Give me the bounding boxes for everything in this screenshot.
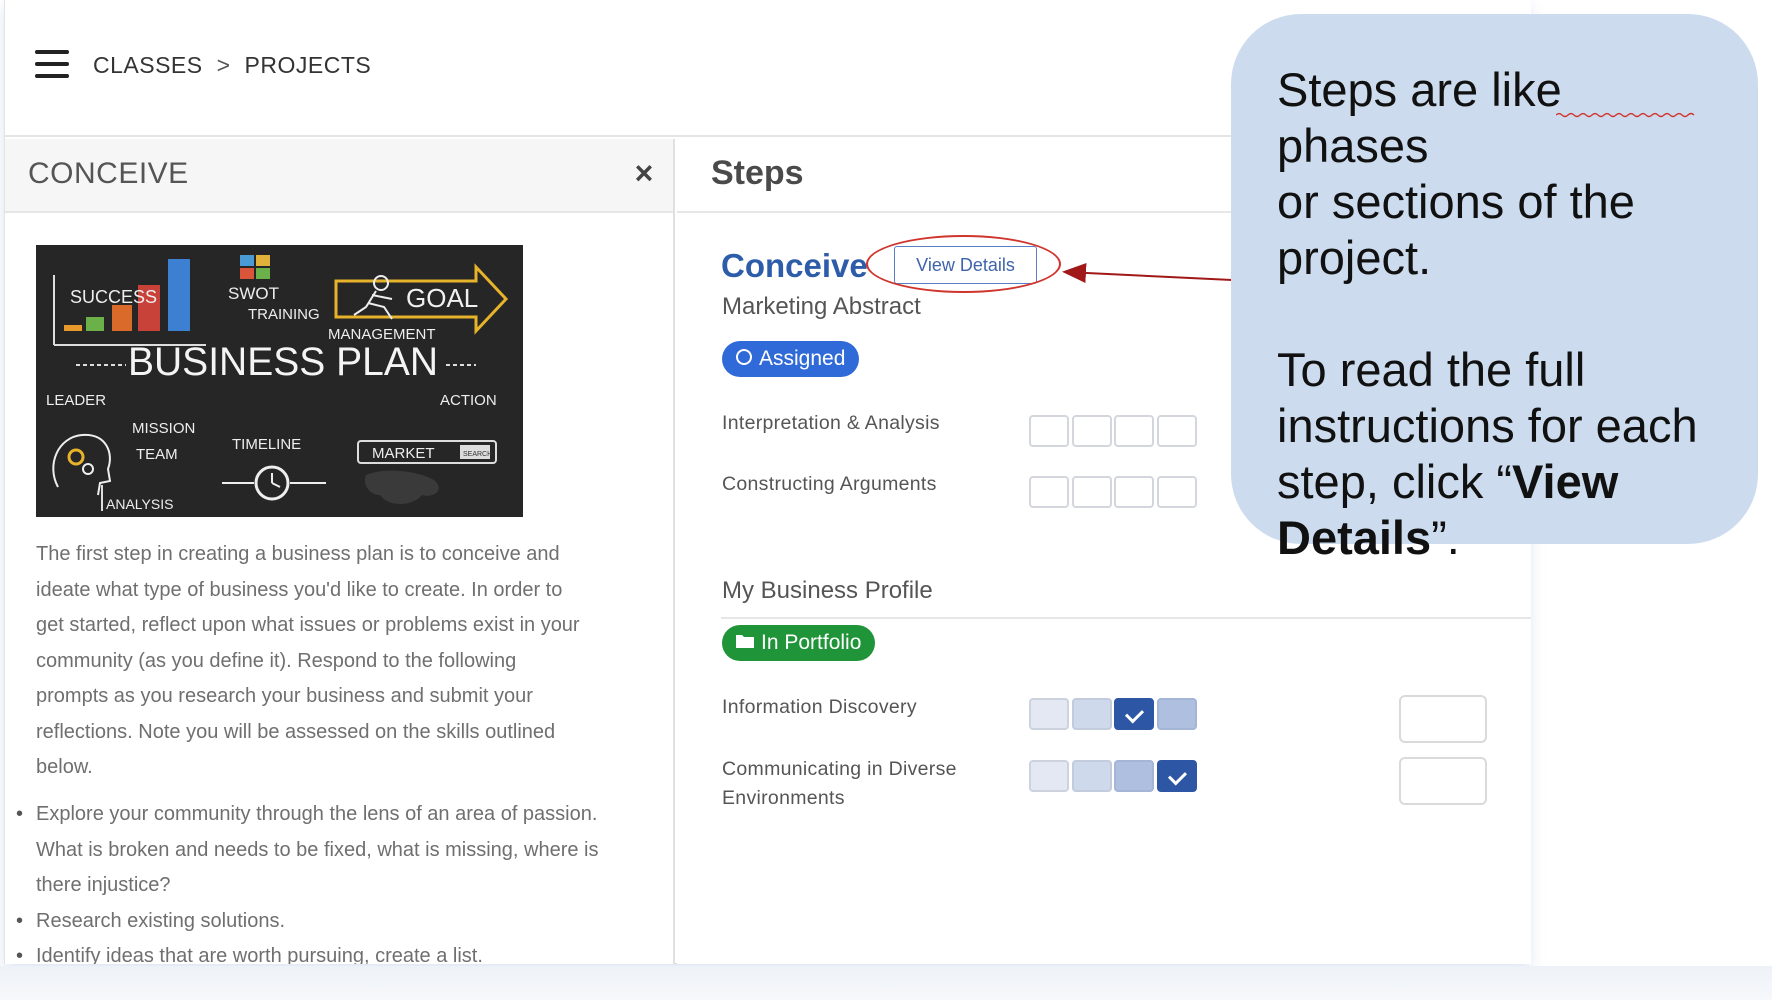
skill-name-line: Environments [722, 787, 845, 809]
prompt-line: Explore your community through the lens … [36, 803, 598, 825]
section-title-my-business-profile: My Business Profile [722, 577, 933, 604]
rating-box[interactable] [1157, 698, 1197, 730]
prompt-list-item: Research existing solutions. [16, 904, 656, 940]
callout-line: or sections of the [1277, 175, 1635, 228]
breadcrumb-classes-link[interactable]: CLASSES [93, 52, 203, 78]
screenshot-stage: CLASSES > PROJECTS CONCEIVE × SUCCESS SW… [0, 0, 1772, 1000]
rating-box[interactable] [1072, 698, 1112, 730]
rating-box[interactable] [1029, 415, 1069, 447]
tutorial-callout: Steps are like phases or sections of the… [1231, 14, 1758, 564]
rating-box-selected[interactable] [1157, 760, 1197, 792]
skill-name-interpretation-analysis: Interpretation & Analysis [722, 409, 940, 438]
skill-name-information-discovery: Information Discovery [722, 693, 917, 722]
status-badge-assigned[interactable]: Assigned [722, 341, 860, 377]
score-field[interactable] [1399, 695, 1487, 743]
description-line: community (as you define it). Respond to… [36, 649, 517, 672]
step-prompt-list: Explore your community through the lens … [16, 797, 656, 964]
skill-name-line: Interpretation & Analysis [722, 412, 940, 434]
rating-box[interactable] [1029, 760, 1069, 792]
rating-box-selected[interactable] [1114, 698, 1154, 730]
prompt-line: Identify ideas that are worth pursuing, … [36, 945, 483, 964]
svg-text:LEADER: LEADER [46, 392, 106, 409]
spellcheck-underline [1556, 112, 1695, 118]
rating-box[interactable] [1114, 760, 1154, 792]
rating-box[interactable] [1157, 415, 1197, 447]
skill-name-communicating-diverse-environments: Communicating in Diverse Environments [722, 755, 957, 813]
callout-paragraph-2: To read the full instructions for each s… [1277, 342, 1722, 566]
description-line: get started, reflect upon what issues or… [36, 614, 580, 636]
step-detail-panel: CONCEIVE × SUCCESS SWOT TRAINING GOAL MA… [5, 139, 675, 964]
callout-line: step, click “ [1277, 455, 1513, 508]
svg-text:TRAINING: TRAINING [248, 306, 320, 323]
callout-line: instructions for each [1277, 399, 1698, 452]
prompt-line: Research existing solutions. [36, 909, 286, 932]
hamburger-menu-icon[interactable] [35, 50, 69, 78]
svg-text:ANALYSIS: ANALYSIS [106, 496, 173, 512]
svg-text:MISSION: MISSION [132, 420, 195, 437]
rating-boxes [1029, 698, 1219, 730]
rating-box[interactable] [1029, 698, 1069, 730]
score-field[interactable] [1399, 757, 1487, 805]
svg-text:SUCCESS: SUCCESS [70, 287, 157, 307]
business-plan-image: SUCCESS SWOT TRAINING GOAL MANAGEMENT BU… [36, 245, 523, 517]
rating-box[interactable] [1072, 760, 1112, 792]
description-line: The first step in creating a business pl… [36, 543, 560, 565]
svg-text:SEARCH: SEARCH [463, 451, 492, 458]
rating-box[interactable] [1072, 415, 1112, 447]
prompt-line: there injustice? [36, 874, 171, 896]
status-badge-label: Assigned [759, 347, 846, 370]
step-description: The first step in creating a business pl… [36, 537, 646, 786]
close-panel-button[interactable]: × [627, 153, 661, 193]
view-details-button[interactable]: View Details [894, 246, 1037, 284]
description-line: prompts as you research your business an… [36, 685, 533, 707]
skill-name-constructing-arguments: Constructing Arguments [722, 470, 937, 499]
prompt-list-item: Identify ideas that are worth pursuing, … [16, 939, 656, 964]
step-detail-title: CONCEIVE [28, 157, 189, 190]
svg-text:GOAL: GOAL [406, 283, 478, 313]
svg-text:SWOT: SWOT [228, 284, 279, 303]
callout-paragraph-1: Steps are like phases or sections of the… [1277, 62, 1722, 286]
business-plan-chalkboard-illustration: SUCCESS SWOT TRAINING GOAL MANAGEMENT BU… [36, 245, 523, 517]
callout-line: Steps are like phases [1277, 63, 1562, 172]
step-name: Conceive [721, 247, 868, 284]
rating-box[interactable] [1029, 476, 1069, 508]
callout-line: project. [1277, 231, 1432, 284]
rating-boxes [1029, 760, 1219, 792]
folder-icon [736, 635, 754, 649]
description-line: reflections. Note you will be assessed o… [36, 720, 556, 743]
svg-text:TIMELINE: TIMELINE [232, 436, 301, 453]
section-title-marketing-abstract: Marketing Abstract [722, 293, 921, 320]
breadcrumb-separator: > [216, 52, 231, 78]
svg-text:ACTION: ACTION [440, 392, 497, 409]
callout-line: To read the full [1277, 343, 1586, 396]
callout-bold-text: Details [1277, 511, 1432, 564]
breadcrumb: CLASSES > PROJECTS [93, 52, 371, 79]
rating-box[interactable] [1072, 476, 1112, 508]
skill-name-line: Information Discovery [722, 696, 917, 718]
callout-bold-text: View [1512, 455, 1619, 508]
rating-box[interactable] [1114, 415, 1154, 447]
prompt-line: What is broken and needs to be fixed, wh… [36, 838, 599, 861]
steps-title: Steps [711, 154, 804, 192]
rating-box[interactable] [1114, 476, 1154, 508]
rating-boxes [1029, 415, 1219, 447]
skill-name-line: Communicating in Diverse [722, 758, 957, 780]
callout-line: ”. [1431, 511, 1460, 564]
svg-text:MARKET: MARKET [372, 445, 435, 462]
svg-text:TEAM: TEAM [136, 446, 178, 463]
rating-box[interactable] [1157, 476, 1197, 508]
breadcrumb-projects-link[interactable]: PROJECTS [245, 52, 372, 78]
section-divider [721, 617, 1531, 619]
circle-outline-icon [736, 349, 752, 366]
step-detail-header: CONCEIVE × [5, 139, 673, 213]
svg-text:BUSINESS PLAN: BUSINESS PLAN [128, 340, 438, 384]
skill-name-line: Constructing Arguments [722, 473, 937, 495]
status-badge-in-portfolio[interactable]: In Portfolio [722, 625, 876, 661]
description-line: below. [36, 756, 93, 778]
rating-boxes [1029, 476, 1219, 508]
page-bottom-strip [0, 966, 1772, 1000]
status-badge-label: In Portfolio [761, 631, 862, 654]
prompt-list-item: Explore your community through the lens … [16, 797, 656, 904]
description-line: ideate what type of business you'd like … [36, 578, 563, 601]
